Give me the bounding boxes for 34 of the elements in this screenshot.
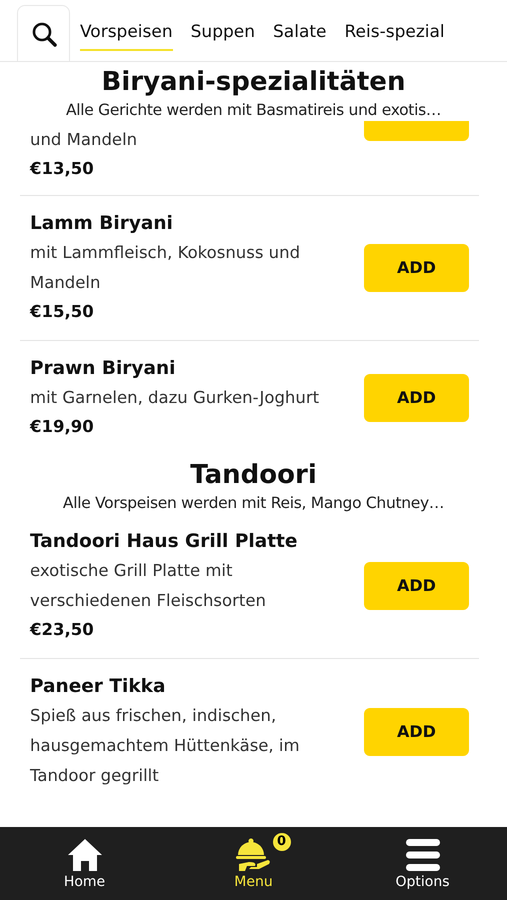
- nav-item[interactable]: Home: [0, 827, 169, 900]
- search-icon: [30, 20, 56, 46]
- section-subtitle: Alle Vorspeisen werden mit Reis, Mango Chutney…: [62, 493, 446, 514]
- cloche-icon: [234, 838, 272, 872]
- search-button[interactable]: [17, 5, 70, 61]
- dish-price: €19,90: [30, 416, 95, 438]
- home-icon: [66, 838, 102, 872]
- cart-count-badge: 0: [270, 831, 292, 853]
- category-tab[interactable]: Suppen: [190, 20, 256, 51]
- dish-description: und Mandeln: [30, 129, 138, 151]
- dish-price: €23,50: [30, 619, 95, 641]
- menu-icon: [404, 838, 440, 872]
- add-button[interactable]: ADD: [364, 244, 469, 292]
- dish-name: Lamm Biryani: [30, 212, 174, 236]
- dish-description: mit Garnelen, dazu Gurken-Joghurt: [30, 387, 320, 409]
- section-subtitle: Alle Gerichte werden mit Basmatireis und exotis…: [64, 100, 442, 121]
- dish-name: Tandoori Haus Grill Platte: [30, 530, 298, 554]
- category-tab[interactable]: Vorspeisen: [80, 20, 173, 51]
- nav-item[interactable]: 0 Menu: [169, 827, 338, 900]
- category-tab[interactable]: Reis-spezial: [344, 20, 445, 51]
- section-title: Tandoori: [189, 459, 318, 492]
- category-tab[interactable]: Salate: [273, 20, 326, 51]
- dish-description: exotische Grill Platte mit verschiedenen Fleischsorten: [30, 560, 267, 612]
- dish-price: €15,50: [30, 301, 95, 323]
- dish-name: Paneer Tikka: [30, 675, 166, 699]
- section-title: Biryani-spezialitäten: [100, 66, 406, 99]
- add-button[interactable]: ADD: [364, 374, 469, 422]
- nav-item[interactable]: Options: [338, 827, 507, 900]
- add-button[interactable]: ADD: [364, 562, 469, 610]
- dish-description: Spieß aus frischen, indischen, hausgemachtem Hüttenkäse, im Tandoor gegrillt: [30, 705, 301, 787]
- dish-name: Prawn Biryani: [30, 357, 176, 381]
- dish-description: mit Lammfleisch, Kokosnuss und Mandeln: [30, 242, 302, 294]
- dish-price: €13,50: [30, 158, 95, 180]
- add-button[interactable]: ADD: [364, 708, 469, 756]
